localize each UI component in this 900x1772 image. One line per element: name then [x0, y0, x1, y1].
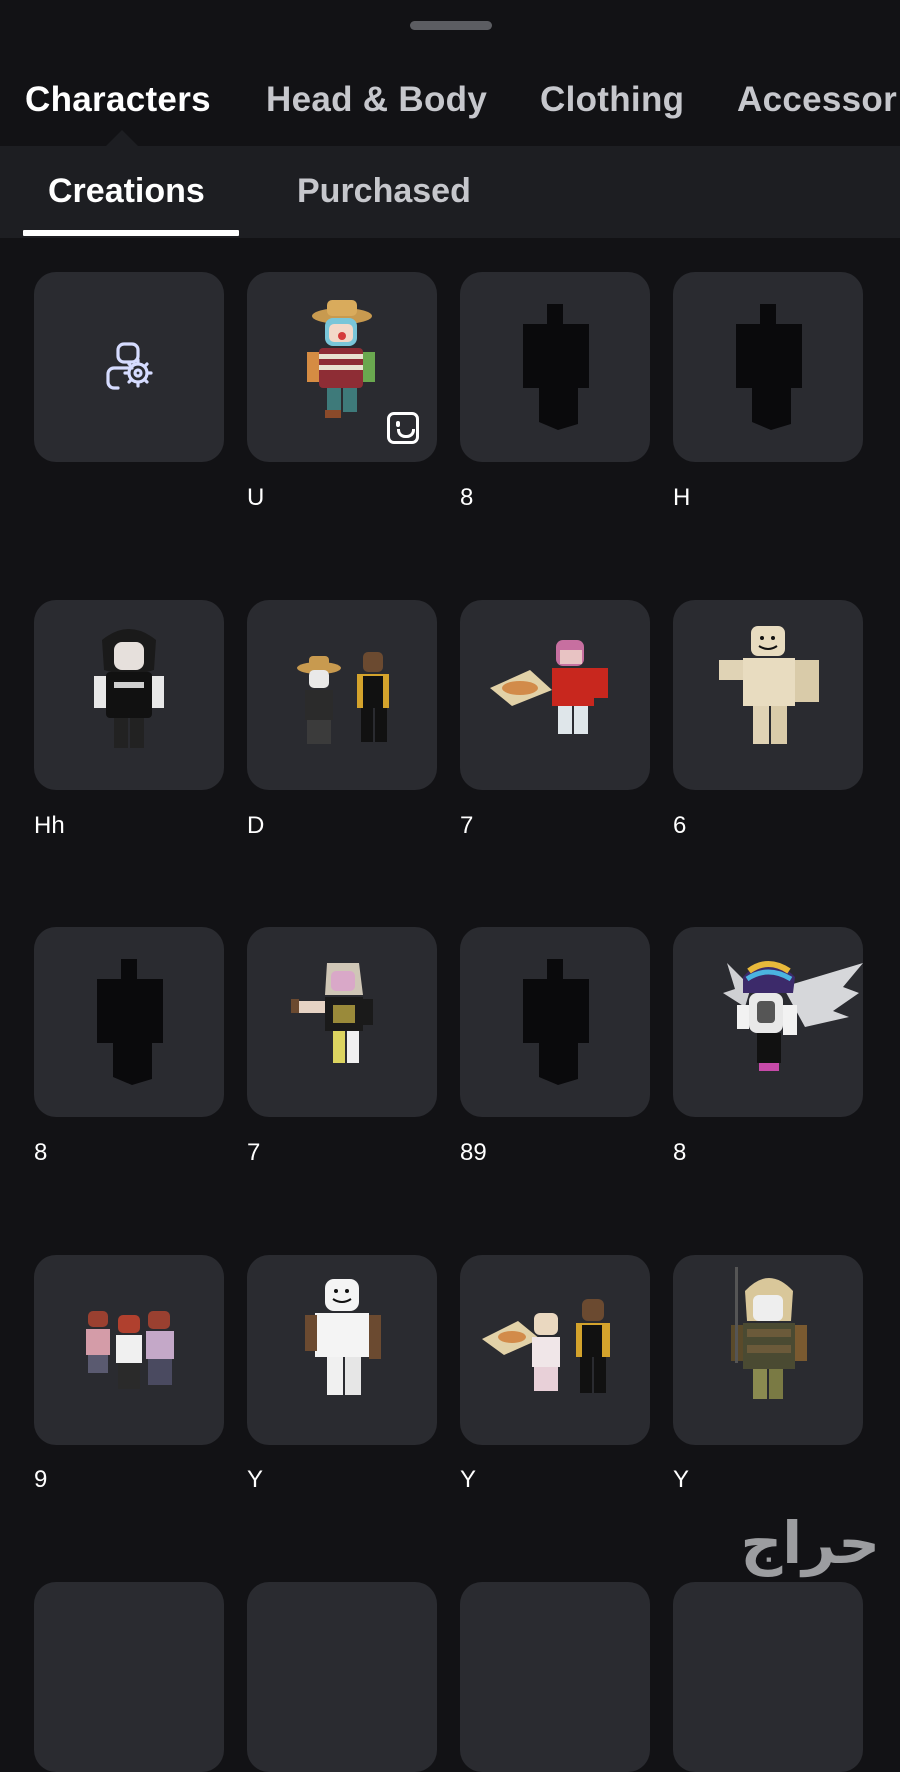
- character-thumbnail: [305, 1279, 381, 1395]
- character-name: 8: [673, 1139, 687, 1166]
- emote-icon: [387, 412, 419, 444]
- character-thumbnail: [719, 626, 819, 744]
- character-tile[interactable]: [460, 1255, 650, 1445]
- character-tile[interactable]: [460, 272, 650, 462]
- character-tile[interactable]: [247, 272, 437, 462]
- character-name: D: [247, 812, 265, 839]
- character-name: 7: [460, 812, 474, 839]
- character-tile[interactable]: [673, 600, 863, 790]
- tab-head-and-body[interactable]: Head & Body: [266, 80, 487, 120]
- character-tile[interactable]: [247, 927, 437, 1117]
- character-name: U: [247, 484, 265, 511]
- character-name: 9: [34, 1466, 48, 1493]
- character-thumbnail: [736, 304, 802, 430]
- character-tile[interactable]: [673, 272, 863, 462]
- character-name: Y: [673, 1466, 690, 1493]
- tab-purchased[interactable]: Purchased: [297, 172, 471, 211]
- character-thumbnail: [490, 640, 608, 734]
- character-tile[interactable]: [34, 927, 224, 1117]
- character-tile[interactable]: [247, 1255, 437, 1445]
- active-tab-indicator: [106, 130, 138, 146]
- character-thumbnail: [97, 959, 163, 1085]
- tab-clothing[interactable]: Clothing: [540, 80, 684, 120]
- character-name: Y: [460, 1466, 477, 1493]
- character-tile[interactable]: [673, 927, 863, 1117]
- watermark-logo: حراج: [740, 1509, 880, 1577]
- character-name: 8: [34, 1139, 48, 1166]
- character-tile[interactable]: [34, 600, 224, 790]
- character-name: 7: [247, 1139, 261, 1166]
- character-thumbnail: [723, 961, 863, 1071]
- character-name: Y: [247, 1466, 264, 1493]
- category-tabs: Characters Head & Body Clothing Accessor: [0, 60, 900, 146]
- character-tile[interactable]: [460, 927, 650, 1117]
- character-tile[interactable]: [247, 1582, 437, 1772]
- create-character-tile[interactable]: [34, 272, 224, 462]
- character-thumbnail: [94, 629, 164, 748]
- subcategory-tabs: Creations Purchased: [0, 146, 900, 238]
- tab-characters[interactable]: Characters: [25, 80, 211, 120]
- tab-creations[interactable]: Creations: [48, 172, 205, 211]
- character-thumbnail: [523, 959, 589, 1085]
- character-name: 8: [460, 484, 474, 511]
- tab-accessories[interactable]: Accessor: [737, 80, 897, 120]
- character-settings-icon: [106, 342, 153, 390]
- character-thumbnail: [86, 1311, 174, 1389]
- drag-handle[interactable]: [410, 21, 492, 30]
- character-thumbnail: [482, 1299, 610, 1393]
- character-tile[interactable]: [34, 1582, 224, 1772]
- character-tile[interactable]: [460, 1582, 650, 1772]
- character-tile[interactable]: [673, 1255, 863, 1445]
- character-name: 6: [673, 812, 687, 839]
- character-name: 89: [460, 1139, 487, 1166]
- character-thumbnail: [297, 652, 389, 744]
- character-tile[interactable]: [460, 600, 650, 790]
- character-tile[interactable]: [247, 600, 437, 790]
- character-thumbnail: [523, 304, 589, 430]
- character-tile[interactable]: [34, 1255, 224, 1445]
- character-thumbnail: [291, 963, 373, 1063]
- character-name: H: [673, 484, 691, 511]
- character-name: Hh: [34, 812, 65, 839]
- character-tile[interactable]: [673, 1582, 863, 1772]
- active-subtab-underline: [23, 230, 239, 236]
- character-thumbnail: [731, 1267, 807, 1399]
